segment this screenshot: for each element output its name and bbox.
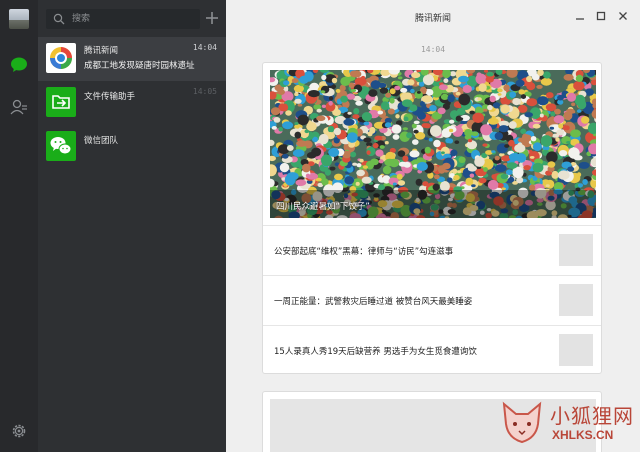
news-item-thumbnail — [559, 284, 593, 316]
fox-logo-icon — [502, 401, 542, 444]
watermark-cn: 小狐狸网 — [550, 404, 634, 428]
hero-caption: 四川民众避暑如“下饺子” — [276, 202, 370, 212]
search-box — [46, 9, 200, 29]
news-item-thumbnail — [559, 234, 593, 266]
search-input[interactable] — [72, 11, 196, 27]
wechat-window: 腾讯新闻 14:04 成都工地发现疑唐时园林遗址 文件传输助手 14:05 — [0, 0, 640, 452]
nav-sidebar — [0, 0, 38, 452]
session-time: 14:05 — [192, 87, 217, 96]
news-item-title: 公安部起底“维权”黑幕：律师与“访民”勾连滋事 — [274, 247, 454, 257]
crowd-photo — [270, 70, 596, 218]
minimize-icon[interactable] — [574, 10, 586, 22]
user-avatar[interactable] — [9, 9, 29, 29]
session-item-tencent-news[interactable]: 腾讯新闻 14:04 成都工地发现疑唐时园林遗址 — [38, 37, 226, 81]
news-item[interactable]: 15人录真人秀19天后缺营养 男选手为女生觅食遭询饮 — [263, 325, 601, 375]
session-name: 微信团队 — [84, 136, 119, 146]
tencent-news-logo-icon — [46, 43, 76, 73]
maximize-icon[interactable] — [595, 10, 607, 22]
session-name: 腾讯新闻 — [84, 46, 119, 56]
news-item-thumbnail — [559, 334, 593, 366]
news-hero-image[interactable]: 四川民众避暑如“下饺子” — [270, 70, 596, 218]
news-card: 四川民众避暑如“下饺子” 公安部起底“维权”黑幕：律师与“访民”勾连滋事 一周正… — [262, 62, 602, 374]
news-item-title: 15人录真人秀19天后缺营养 男选手为女生觅食遭询饮 — [274, 347, 477, 357]
session-name: 文件传输助手 — [84, 92, 136, 102]
file-transfer-icon — [46, 87, 76, 117]
plus-icon[interactable] — [204, 10, 220, 26]
news-item-title: 一周正能量：武警救灾后睡过道 被赞台风天最美睡姿 — [274, 297, 473, 307]
search-icon — [53, 13, 65, 25]
session-item-wechat-team[interactable]: 微信团队 — [38, 125, 226, 169]
site-watermark: 小狐狸网 XHLKS.CN — [498, 398, 640, 452]
session-preview: 成都工地发现疑唐时园林遗址 — [84, 61, 195, 71]
session-time: 14:04 — [192, 43, 217, 52]
watermark-en: XHLKS.CN — [552, 428, 614, 442]
chat-bubble-icon[interactable] — [10, 56, 28, 74]
chat-panel: 腾讯新闻 14:04 四川民众避暑如“下饺子” 公安部起底“维权”黑幕：律师与“… — [226, 0, 640, 452]
session-item-file-transfer[interactable]: 文件传输助手 14:05 — [38, 81, 226, 125]
message-timestamp: 14:04 — [420, 45, 446, 54]
gear-icon[interactable] — [10, 422, 28, 440]
close-icon[interactable] — [617, 10, 629, 22]
session-list: 腾讯新闻 14:04 成都工地发现疑唐时园林遗址 文件传输助手 14:05 — [38, 0, 226, 452]
news-item[interactable]: 公安部起底“维权”黑幕：律师与“访民”勾连滋事 — [263, 225, 601, 275]
contacts-icon[interactable] — [10, 98, 28, 116]
news-item[interactable]: 一周正能量：武警救灾后睡过道 被赞台风天最美睡姿 — [263, 275, 601, 325]
wechat-logo-icon — [46, 131, 76, 161]
